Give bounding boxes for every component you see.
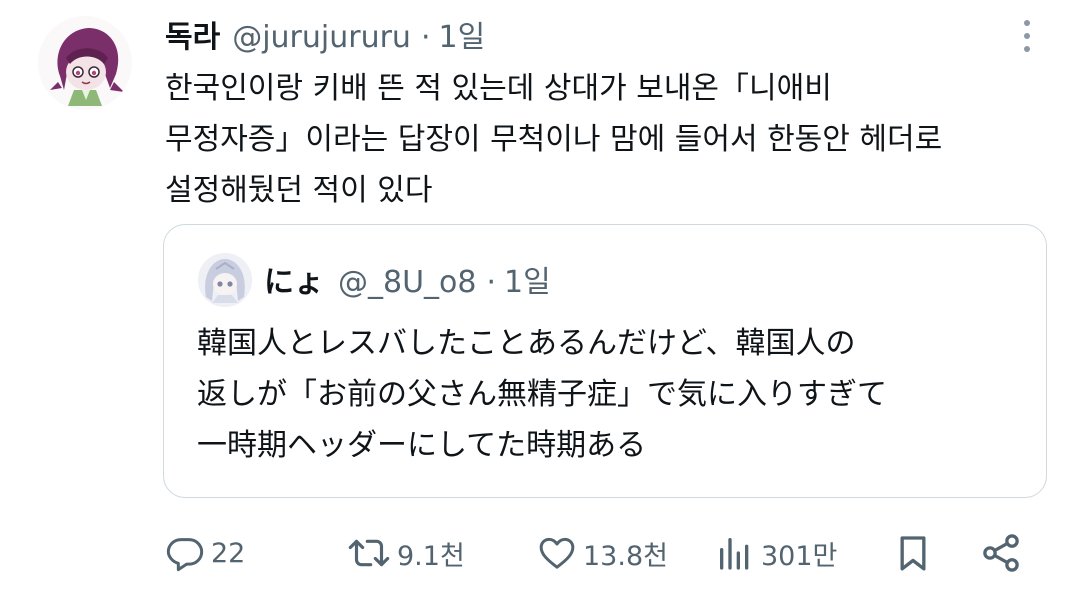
- views-count: 301만: [761, 540, 838, 572]
- quoted-author-display-name[interactable]: にょ: [264, 257, 324, 301]
- author-handle[interactable]: @jurujururu: [232, 20, 411, 55]
- reply-icon: [166, 538, 204, 572]
- quoted-text-line: 返しが「お前の父さん無精子症」で気に入りすぎて: [197, 377, 887, 412]
- bookmark-button[interactable]: [893, 525, 933, 581]
- like-count: 13.8천: [583, 540, 668, 572]
- tweet-text-line: 한국인이랑 키배 뜬 적 있는데 상대가 보내온「니애비: [165, 71, 832, 106]
- more-dot-icon: [1024, 33, 1030, 39]
- author-avatar[interactable]: [38, 16, 132, 110]
- share-icon: [983, 534, 1019, 572]
- quoted-tweet-text: 韓国人とレスバしたことあるんだけど、韓国人の 返しが「お前の父さん無精子症」で気…: [197, 318, 1037, 471]
- like-button[interactable]: 13.8천: [537, 525, 668, 581]
- author-display-name[interactable]: 독라: [165, 12, 220, 56]
- reply-button[interactable]: 22: [165, 525, 245, 581]
- quoted-avatar-illustration: [198, 253, 252, 307]
- tweet-text-line: 무정자증」이라는 답장이 무척이나 맘에 들어서 한동안 헤더로: [165, 122, 943, 157]
- separator-dot: ·: [420, 20, 431, 55]
- tweet-text: 한국인이랑 키배 뜬 적 있는데 상대가 보내온「니애비 무정자증」이라는 답장…: [165, 63, 1065, 216]
- avatar-illustration: [38, 16, 132, 110]
- views-button[interactable]: 301만: [715, 525, 837, 581]
- more-options-button[interactable]: [1012, 16, 1042, 56]
- more-dot-icon: [1024, 20, 1030, 26]
- quoted-author-avatar[interactable]: [198, 253, 252, 307]
- tweet-timestamp[interactable]: 1일: [439, 12, 486, 56]
- quoted-tweet-header: にょ @_8U_o8 · 1일: [264, 257, 551, 301]
- share-button[interactable]: [979, 525, 1023, 581]
- retweet-icon: [348, 539, 390, 567]
- tweet-text-line: 설정해뒀던 적이 있다: [165, 173, 433, 208]
- tweet-header: 독라 @jurujururu · 1일: [165, 12, 485, 56]
- more-dot-icon: [1024, 46, 1030, 52]
- reply-count: 22: [211, 537, 246, 569]
- retweet-count: 9.1천: [397, 540, 465, 572]
- quoted-text-line: 韓国人とレスバしたことあるんだけど、韓国人の: [197, 326, 856, 361]
- heart-icon: [539, 537, 575, 569]
- retweet-button[interactable]: 9.1천: [347, 525, 465, 581]
- bar-chart-icon: [720, 538, 749, 570]
- quoted-tweet-timestamp[interactable]: 1일: [504, 257, 551, 301]
- quoted-text-line: 一時期ヘッダーにしてた時期ある: [197, 428, 647, 463]
- tweet-action-bar: 22 9.1천 13.8천 301만: [165, 525, 1035, 581]
- quoted-author-handle[interactable]: @_8U_o8: [338, 265, 477, 300]
- bookmark-icon: [900, 536, 926, 571]
- quoted-tweet-card[interactable]: にょ @_8U_o8 · 1일 韓国人とレスバしたことあるんだけど、韓国人の 返…: [163, 224, 1047, 498]
- separator-dot: ·: [486, 265, 497, 300]
